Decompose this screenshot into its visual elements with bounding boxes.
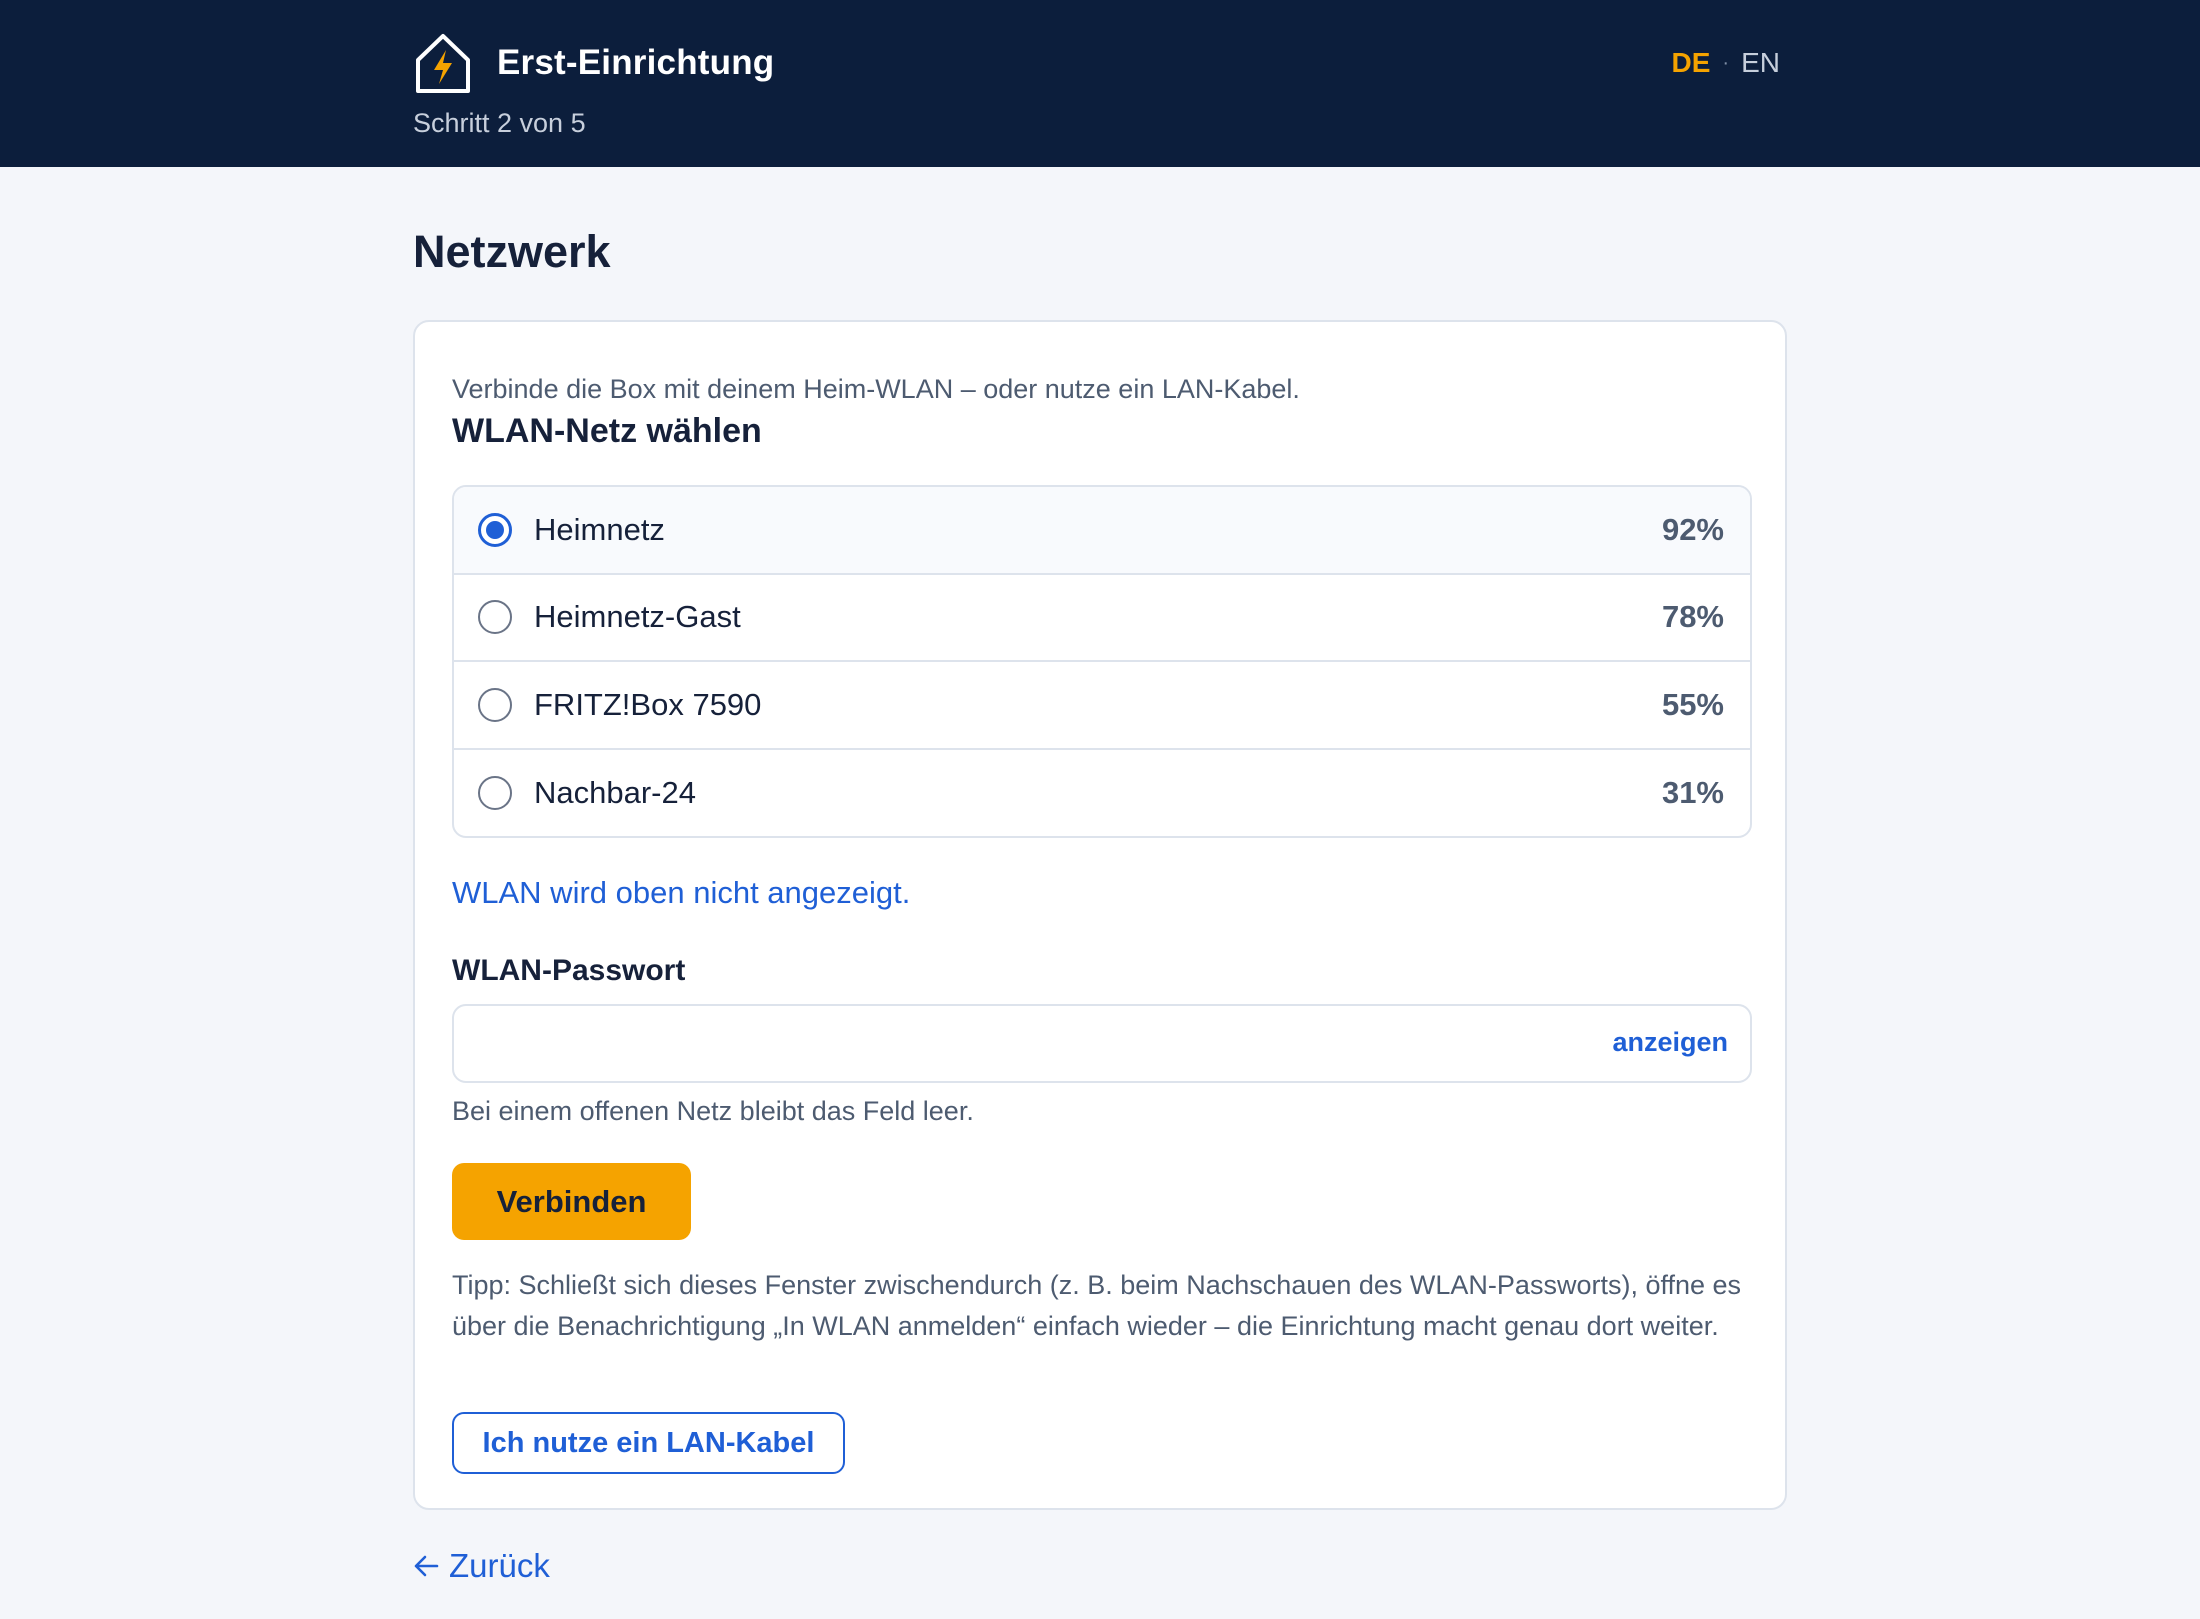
radio-unselected[interactable]: [478, 687, 512, 722]
network-name: Heimnetz: [534, 511, 665, 547]
signal-strength: 78%: [1661, 599, 1724, 635]
intro-text: Verbinde die Box mit deinem Heim-WLAN – …: [452, 374, 1300, 404]
password-input[interactable]: [454, 1006, 1604, 1081]
network-item[interactable]: Nachbar-24 31%: [454, 750, 1750, 837]
radio-unselected[interactable]: [478, 600, 512, 635]
language-en[interactable]: EN: [1741, 47, 1780, 79]
language-de[interactable]: DE: [1672, 47, 1711, 79]
language-separator: ·: [1722, 51, 1730, 74]
show-password-button[interactable]: anzeigen: [1612, 1027, 1728, 1058]
network-list: Heimnetz 92% Heimnetz-Gast 78% FRITZ!Box…: [452, 485, 1752, 838]
use-lan-button[interactable]: Ich nutze ein LAN-Kabel: [452, 1412, 845, 1474]
brand: Erst-Einrichtung: [413, 30, 774, 96]
language-switcher: DE · EN: [1672, 47, 1780, 79]
house-bolt-icon: [416, 34, 470, 93]
top-bar: Erst-Einrichtung Schritt 2 von 5 DE · EN: [0, 0, 2200, 167]
signal-strength: 55%: [1661, 686, 1724, 722]
network-item[interactable]: Heimnetz-Gast 78%: [454, 575, 1750, 662]
signal-strength: 31%: [1661, 775, 1724, 811]
page-title: Netzwerk: [413, 226, 611, 277]
network-name: FRITZ!Box 7590: [534, 686, 762, 722]
password-label: WLAN-Passwort: [452, 954, 686, 987]
network-name: Heimnetz-Gast: [534, 599, 741, 635]
network-item[interactable]: FRITZ!Box 7590 55%: [454, 662, 1750, 750]
network-item[interactable]: Heimnetz 92%: [454, 487, 1750, 575]
hidden-network-link[interactable]: WLAN wird oben nicht angezeigt.: [452, 875, 910, 911]
back-link[interactable]: Zurück: [413, 1547, 550, 1585]
connect-button[interactable]: Verbinden: [452, 1163, 691, 1240]
back-label: Zurück: [449, 1547, 550, 1584]
radio-unselected[interactable]: [478, 776, 512, 811]
network-name: Nachbar-24: [534, 775, 696, 811]
password-field: anzeigen: [452, 1004, 1752, 1083]
network-card: Verbinde die Box mit deinem Heim-WLAN – …: [413, 320, 1787, 1510]
tip-text: Tipp: Schließt sich dieses Fenster zwisc…: [452, 1270, 1742, 1341]
radio-selected[interactable]: [478, 512, 512, 547]
signal-strength: 92%: [1661, 511, 1724, 547]
section-title: WLAN-Netz wählen: [452, 412, 762, 450]
password-hint: Bei einem offenen Netz bleibt das Feld l…: [452, 1096, 974, 1126]
step-indicator: Schritt 2 von 5: [413, 108, 586, 138]
arrow-left-icon: [414, 1555, 439, 1577]
app-title: Erst-Einrichtung: [497, 43, 775, 82]
